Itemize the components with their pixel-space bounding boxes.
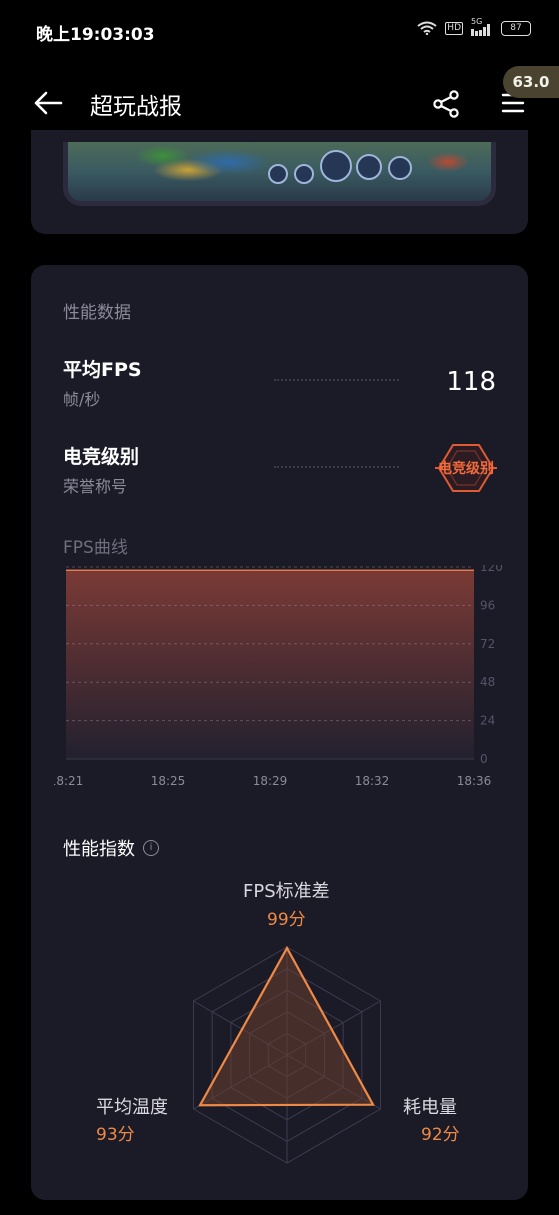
heatmap-card (31, 130, 528, 234)
hero-icon (268, 164, 288, 184)
y-tick-label: 0 (480, 752, 488, 766)
skill-icon (388, 156, 412, 180)
fps-overlay-badge[interactable]: 63.0 (503, 66, 559, 98)
y-tick-label: 24 (480, 714, 495, 728)
performance-radar: FPS标准差 99分 耗电量 92分 平均温度 93分 (31, 865, 528, 1185)
x-tick-label: 18:32 (355, 774, 390, 788)
status-icons: HD 5G 87 (417, 17, 531, 36)
battery-icon: 87 (501, 20, 531, 36)
hero-icon (294, 164, 314, 184)
back-arrow-icon[interactable] (33, 90, 63, 116)
info-icon[interactable]: i (143, 840, 159, 856)
page-title: 超玩战报 (90, 94, 182, 120)
performance-index-label: 性能指数 (63, 839, 135, 860)
dotted-leader (274, 379, 399, 381)
avg-fps-label: 平均FPS (63, 359, 142, 381)
status-bar: 晚上19:03:03 HD 5G 87 (0, 0, 559, 62)
wifi-icon (417, 21, 437, 35)
esports-rank-text: 电竞级别 (438, 461, 494, 477)
skill-icon (356, 154, 382, 180)
fps-curve-chart: 120 96 72 48 24 0 18:21 18:25 18:29 18:32 18:36 (54, 565, 503, 788)
esports-level-sub: 荣誉称号 (63, 477, 128, 496)
performance-index-title: 性能指数 i (63, 835, 159, 861)
x-tick-label: 18:25 (151, 774, 186, 788)
avg-fps-unit: 帧/秒 (63, 390, 101, 409)
y-tick-label: 72 (480, 637, 495, 651)
esports-rank-badge: 电竞级别 (433, 441, 499, 495)
avg-fps-value: 118 (446, 367, 496, 397)
radar-score-fps-stddev: 99分 (267, 910, 306, 930)
radar-label-temperature: 平均温度 (96, 1097, 168, 1118)
status-time: 晚上19:03:03 (36, 25, 155, 45)
radar-label-fps-stddev: FPS标准差 (243, 881, 330, 902)
radar-score-temperature: 93分 (96, 1125, 135, 1145)
share-icon[interactable] (432, 89, 462, 119)
y-tick-label: 96 (480, 598, 495, 612)
y-tick-label: 120 (480, 565, 503, 574)
y-tick-label: 48 (480, 675, 495, 689)
performance-card: 性能数据 平均FPS 帧/秒 118 电竞级别 荣誉称号 电竞级别 FPS曲线 … (31, 265, 528, 1200)
fps-area (66, 570, 474, 759)
fps-chart-title: FPS曲线 (63, 538, 128, 558)
radar-label-power: 耗电量 (403, 1097, 457, 1118)
dotted-leader (274, 466, 399, 468)
hd-icon: HD (445, 21, 463, 35)
x-tick-label: 18:36 (457, 774, 492, 788)
x-tick-label: 18:29 (253, 774, 288, 788)
cellular-signal-icon: 5G (471, 17, 493, 36)
esports-level-label: 电竞级别 (63, 446, 140, 468)
performance-section-title: 性能数据 (63, 303, 131, 323)
x-tick-label: 18:21 (54, 774, 83, 788)
radar-score-shape (198, 945, 375, 1107)
radar-score-power: 92分 (421, 1125, 460, 1145)
skill-icon (320, 150, 352, 182)
game-heatmap-image (63, 142, 496, 206)
